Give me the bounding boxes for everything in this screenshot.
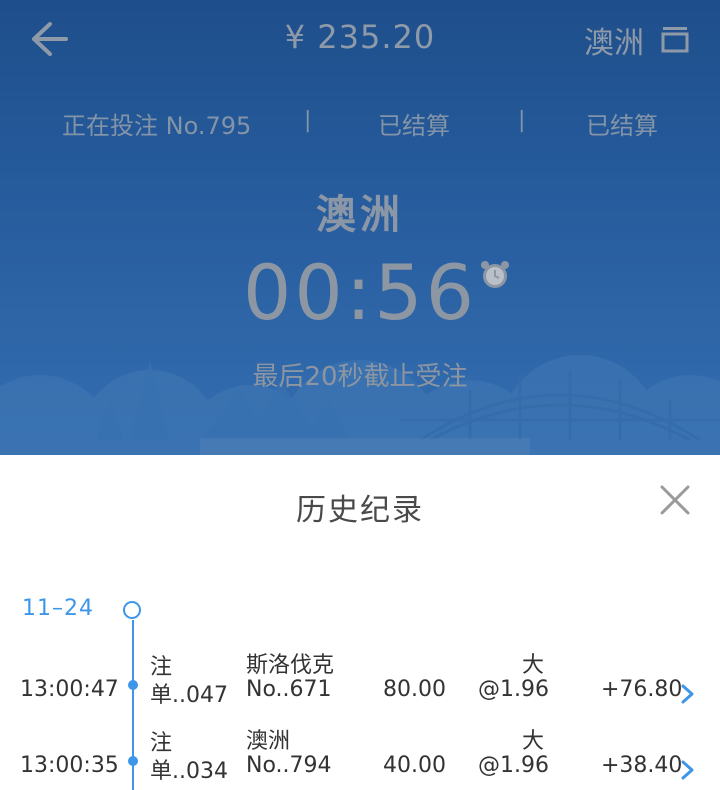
chevron-right-icon[interactable]	[680, 759, 696, 781]
bet-amount: 40.00	[383, 753, 446, 778]
history-date: 11–24	[22, 596, 94, 621]
bet-pick: 大	[522, 729, 545, 754]
region-selector[interactable]: 澳洲	[584, 18, 644, 62]
history-row[interactable]: 13:00:47 注 单..047 斯洛伐克 No..671 80.00 大 @…	[0, 641, 720, 711]
history-title: 历史纪录	[296, 493, 424, 528]
menu-icon[interactable]	[660, 24, 690, 54]
current-betting-status[interactable]: 正在投注 No.795	[62, 106, 251, 141]
lottery-name: 澳洲	[316, 192, 404, 238]
win-amount: +38.40	[601, 753, 683, 778]
close-icon[interactable]	[658, 483, 692, 517]
draw-number: No..794	[246, 753, 332, 778]
settled-status-1[interactable]: 已结算	[378, 106, 450, 141]
bet-order-id: 单..034	[150, 759, 228, 784]
bet-odds: @1.96	[478, 753, 549, 778]
chevron-right-icon[interactable]	[680, 683, 696, 705]
hero-panel: ¥ 235.20 澳洲 正在投注 No.795 | 已结算 | 已结算 澳洲 0…	[0, 0, 720, 455]
status-separator: |	[304, 108, 312, 133]
bet-order-id: 单..047	[150, 683, 228, 708]
alarm-clock-icon	[481, 261, 509, 288]
cutoff-notice: 最后20秒截止受注	[252, 362, 468, 392]
bet-pick: 大	[522, 653, 545, 678]
game-name: 斯洛伐克	[246, 653, 335, 678]
top-bar: ¥ 235.20 澳洲	[0, 0, 720, 80]
history-row[interactable]: 13:00:35 注 单..034 澳洲 No..794 40.00 大 @1.…	[0, 717, 720, 787]
history-sheet: 历史纪录 11–24 13:00:47 注 单..047 斯洛伐克 No..67…	[0, 455, 720, 790]
timeline-start-node	[123, 601, 141, 619]
bet-amount: 80.00	[383, 677, 446, 702]
bet-time: 13:00:47	[20, 677, 119, 702]
win-amount: +76.80	[601, 677, 683, 702]
settled-status-2[interactable]: 已结算	[586, 106, 658, 141]
draw-number: No..671	[246, 677, 332, 702]
countdown-timer: 00:56	[242, 248, 478, 337]
game-name: 澳洲	[246, 729, 291, 754]
bet-odds: @1.96	[478, 677, 549, 702]
draw-status-row: 正在投注 No.795 | 已结算 | 已结算	[0, 106, 720, 142]
bet-time: 13:00:35	[20, 753, 119, 778]
status-separator: |	[518, 108, 526, 133]
